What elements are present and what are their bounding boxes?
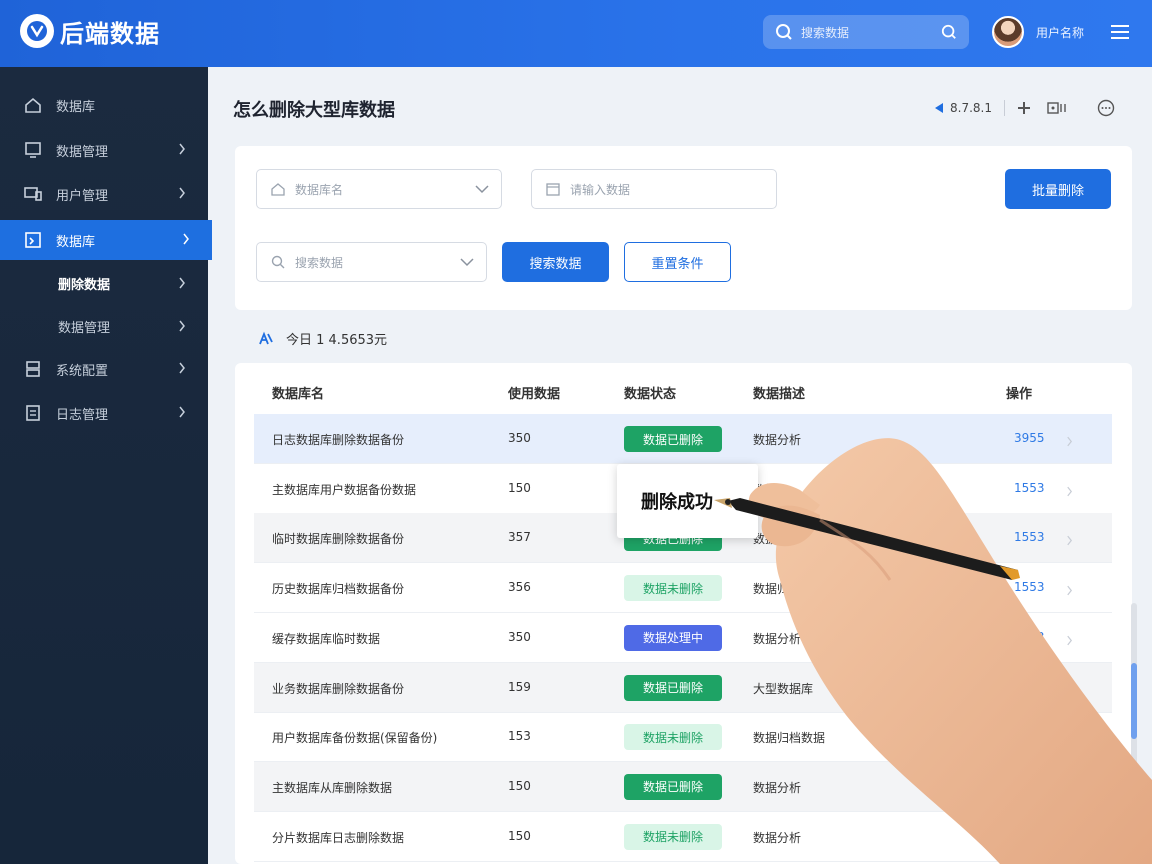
home-icon <box>271 182 285 196</box>
column-header[interactable]: 数据状态 <box>624 383 676 402</box>
search-icon <box>775 23 793 41</box>
sidebar-item-label: 系统配置 <box>56 363 109 379</box>
export-icon[interactable] <box>1047 101 1071 115</box>
chevron-right-icon <box>178 187 186 203</box>
hamburger-menu-icon[interactable] <box>1110 22 1130 42</box>
sidebar-item-label: 数据库 <box>56 234 96 250</box>
chevron-right-icon <box>178 143 186 159</box>
cell-name: 缓存数据库临时数据 <box>272 631 381 646</box>
sidebar-item-label: 数据库 <box>56 99 96 115</box>
column-header[interactable]: 数据描述 <box>753 383 805 402</box>
sidebar-subitem-delete-data[interactable]: 删除数据 <box>0 265 208 301</box>
sidebar: 数据库 数据管理 用户管理 数据库 删除数据 数据管理 系统配置 日志管理 <box>0 67 212 864</box>
sidebar-item-label: 数据管理 <box>58 320 111 336</box>
search-submit-icon[interactable] <box>941 24 957 40</box>
chevron-down-icon <box>475 183 489 197</box>
cell-count: 153 <box>508 729 531 744</box>
brand-logo-icon <box>20 14 54 48</box>
summary-bar: 今日 1 4.5653元 <box>258 328 387 348</box>
home-icon <box>24 96 42 114</box>
cell-name: 历史数据库归档数据备份 <box>272 582 405 597</box>
sidebar-item-label: 删除数据 <box>58 277 111 293</box>
username[interactable]: 用户名称 <box>1036 24 1084 41</box>
app-title: 后端数据 <box>60 20 160 48</box>
data-input-placeholder: 请输入数据 <box>570 182 631 197</box>
sidebar-item-data-manage[interactable]: 数据管理 <box>0 130 208 170</box>
filter-panel: 数据库名 请输入数据 批量删除 搜索数据 搜索数据 重置条件 <box>235 146 1132 310</box>
database-icon <box>24 231 42 249</box>
cell-count: 150 <box>508 480 531 495</box>
search-icon <box>271 255 285 269</box>
filter-search-input[interactable]: 搜索数据 <box>256 242 487 282</box>
sidebar-item-label: 日志管理 <box>56 407 109 423</box>
log-icon <box>24 404 42 422</box>
top-search-input[interactable]: 搜索数据 <box>801 24 941 41</box>
cell-name: 用户数据库备份数据(保留备份) <box>272 731 438 746</box>
top-bar: 后端数据 搜索数据 用户名称 <box>0 0 1152 67</box>
cell-count: 150 <box>508 828 531 843</box>
header-tools: 8.7.8.1 <box>934 97 1115 119</box>
sidebar-item-users[interactable]: 用户管理 <box>0 174 208 214</box>
top-search-box[interactable]: 搜索数据 <box>763 15 969 49</box>
sidebar-item-database[interactable]: 数据库 <box>0 220 212 260</box>
data-input[interactable]: 请输入数据 <box>531 169 777 209</box>
cell-count: 357 <box>508 530 531 545</box>
sidebar-item-logs[interactable]: 日志管理 <box>0 393 208 433</box>
cell-name: 主数据库用户数据备份数据 <box>272 482 417 497</box>
cell-name: 分片数据库日志删除数据 <box>272 830 405 845</box>
chevron-right-icon <box>178 362 186 378</box>
chevron-right-icon <box>178 277 186 293</box>
cell-count: 350 <box>508 431 531 445</box>
summary-text: 今日 1 4.5653元 <box>286 332 388 348</box>
chevron-down-icon <box>460 256 474 270</box>
sidebar-item-system[interactable]: 系统配置 <box>0 349 208 389</box>
database-select[interactable]: 数据库名 <box>256 169 502 209</box>
sidebar-subitem-data-manage[interactable]: 数据管理 <box>0 308 208 344</box>
query-button[interactable]: 搜索数据 <box>502 242 609 282</box>
chevron-right-icon <box>182 233 190 249</box>
chevron-right-icon <box>178 406 186 422</box>
avatar[interactable] <box>992 16 1024 48</box>
cell-name: 业务数据库删除数据备份 <box>272 681 405 696</box>
more-icon[interactable] <box>1097 99 1115 117</box>
back-arrow-icon[interactable] <box>934 102 944 114</box>
stats-icon <box>258 330 274 346</box>
hand-with-pen-image <box>714 438 1152 864</box>
page-title: 怎么删除大型库数据 <box>233 100 395 121</box>
column-header[interactable]: 使用数据 <box>508 383 560 402</box>
column-header[interactable]: 操作 <box>1006 383 1032 402</box>
server-icon <box>24 360 42 378</box>
database-select-placeholder: 数据库名 <box>295 182 344 197</box>
divider <box>1003 100 1005 116</box>
cell-count: 356 <box>508 580 531 595</box>
cell-count: 150 <box>508 778 531 793</box>
column-header[interactable]: 数据库名 <box>272 383 324 402</box>
version-label: 8.7.8.1 <box>950 101 992 115</box>
cell-count: 159 <box>508 679 531 694</box>
cell-name: 日志数据库删除数据备份 <box>272 433 405 447</box>
sidebar-item-label: 数据管理 <box>56 144 109 160</box>
reset-button[interactable]: 重置条件 <box>624 242 731 282</box>
cell-name: 临时数据库删除数据备份 <box>272 532 405 547</box>
cell-name: 主数据库从库删除数据 <box>272 780 393 795</box>
sidebar-item-label: 用户管理 <box>56 188 109 204</box>
filter-search-placeholder: 搜索数据 <box>295 255 344 270</box>
add-icon[interactable] <box>1017 101 1031 115</box>
calendar-icon <box>546 182 560 196</box>
monitor-icon <box>24 141 42 159</box>
batch-delete-button[interactable]: 批量删除 <box>1005 169 1111 209</box>
devices-icon <box>24 185 42 203</box>
chevron-right-icon <box>178 320 186 336</box>
cell-count: 350 <box>508 629 531 644</box>
sidebar-item-home[interactable]: 数据库 <box>0 85 208 125</box>
